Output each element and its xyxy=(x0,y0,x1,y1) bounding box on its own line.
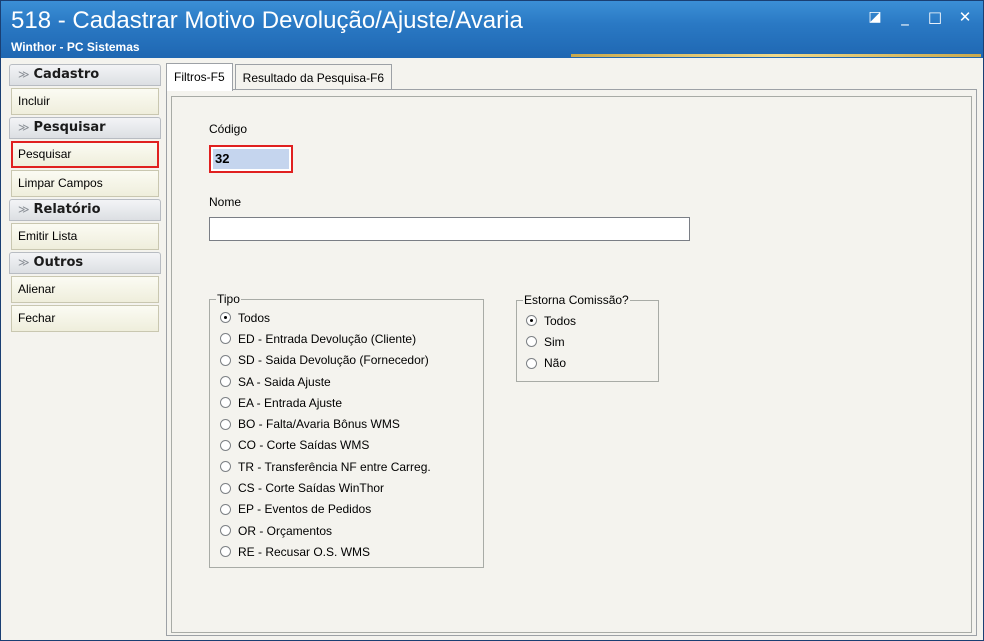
radio-label: EA - Entrada Ajuste xyxy=(238,395,343,410)
radio-option-tipo-or[interactable]: OR - Orçamentos xyxy=(210,520,483,541)
sidebar-group-relatorio[interactable]: ≫ Relatório xyxy=(9,199,161,221)
radio-label: SD - Saida Devolução (Fornecedor) xyxy=(238,353,429,368)
close-icon[interactable]: ✕ xyxy=(955,7,975,27)
radio-label: EP - Eventos de Pedidos xyxy=(238,502,372,517)
radio-label: RE - Recusar O.S. WMS xyxy=(238,544,371,559)
radio-unchecked-icon xyxy=(220,418,231,430)
tipo-group: Tipo Todos ED - Entrada Devolução (Clien… xyxy=(209,292,484,568)
radio-option-tipo-sd[interactable]: SD - Saida Devolução (Fornecedor) xyxy=(210,350,483,371)
radio-unchecked-icon xyxy=(220,333,231,345)
radio-unchecked-icon xyxy=(220,376,231,388)
limpar-campos-button[interactable]: Limpar Campos xyxy=(11,170,159,197)
radio-label: Sim xyxy=(544,334,565,349)
radio-unchecked-icon xyxy=(220,461,231,473)
radio-option-estorna-todos[interactable]: Todos xyxy=(517,310,658,331)
radio-option-tipo-ep[interactable]: EP - Eventos de Pedidos xyxy=(210,499,483,520)
radio-unchecked-icon xyxy=(220,546,231,558)
tipo-group-legend: Tipo xyxy=(217,292,240,306)
radio-option-estorna-sim[interactable]: Sim xyxy=(517,331,658,352)
pesquisar-button[interactable]: Pesquisar xyxy=(11,141,159,168)
tab-resultado-pesquisa[interactable]: Resultado da Pesquisa-F6 xyxy=(234,64,393,90)
radio-unchecked-icon xyxy=(220,525,231,537)
application-window: 518 - Cadastrar Motivo Devolução/Ajuste/… xyxy=(0,0,984,641)
radio-checked-icon xyxy=(526,315,537,327)
radio-unchecked-icon xyxy=(526,357,537,369)
radio-label: Todos xyxy=(238,310,271,325)
sidebar-group-outros[interactable]: ≫ Outros xyxy=(9,252,161,274)
radio-label: Todos xyxy=(544,313,577,328)
tab-filtros[interactable]: Filtros-F5 xyxy=(166,63,233,91)
chevron-down-icon: ≫ xyxy=(18,203,30,216)
incluir-button[interactable]: Incluir xyxy=(11,88,159,115)
radio-label: Não xyxy=(544,356,567,371)
radio-label: BO - Falta/Avaria Bônus WMS xyxy=(238,417,400,432)
sidebar-group-label: Outros xyxy=(33,255,84,270)
chevron-down-icon: ≫ xyxy=(18,121,30,134)
maximize-icon[interactable]: □ xyxy=(925,7,945,27)
title-bar[interactable]: 518 - Cadastrar Motivo Devolução/Ajuste/… xyxy=(1,1,983,58)
radio-option-estorna-nao[interactable]: Não xyxy=(517,353,658,374)
restore-icon[interactable]: ◪ xyxy=(865,7,885,27)
radio-option-tipo-re[interactable]: RE - Recusar O.S. WMS xyxy=(210,541,483,562)
radio-unchecked-icon xyxy=(220,354,231,366)
window-subtitle: Winthor - PC Sistemas xyxy=(11,40,140,54)
fechar-button[interactable]: Fechar xyxy=(11,305,159,332)
codigo-input-value: 32 xyxy=(213,149,289,169)
action-sidebar: ≫ Cadastro Incluir ≫ Pesquisar Pesquisar… xyxy=(9,63,161,334)
radio-option-tipo-ed[interactable]: ED - Entrada Devolução (Cliente) xyxy=(210,328,483,349)
sidebar-group-label: Relatório xyxy=(33,202,101,217)
window-title: 518 - Cadastrar Motivo Devolução/Ajuste/… xyxy=(11,7,523,34)
chevron-down-icon: ≫ xyxy=(18,256,30,269)
radio-label: ED - Entrada Devolução (Cliente) xyxy=(238,331,417,346)
radio-option-tipo-co[interactable]: CO - Corte Saídas WMS xyxy=(210,435,483,456)
estorna-group-legend: Estorna Comissão? xyxy=(524,293,629,307)
radio-unchecked-icon xyxy=(220,397,231,409)
radio-unchecked-icon xyxy=(526,336,537,348)
radio-unchecked-icon xyxy=(220,503,231,515)
radio-option-tipo-tr[interactable]: TR - Transferência NF entre Carreg. xyxy=(210,456,483,477)
radio-checked-icon xyxy=(220,312,231,324)
alienar-button[interactable]: Alienar xyxy=(11,276,159,303)
emitir-lista-button[interactable]: Emitir Lista xyxy=(11,223,159,250)
radio-unchecked-icon xyxy=(220,482,231,494)
tab-strip: Filtros-F5 Resultado da Pesquisa-F6 xyxy=(166,63,394,91)
window-controls: ◪ _ □ ✕ xyxy=(865,7,975,27)
radio-option-tipo-bo[interactable]: BO - Falta/Avaria Bônus WMS xyxy=(210,413,483,434)
nome-label: Nome xyxy=(209,195,242,209)
radio-unchecked-icon xyxy=(220,439,231,451)
filtros-tab-panel: Código 32 Nome Tipo Todos ED - Entrada D… xyxy=(166,89,977,636)
radio-option-tipo-sa[interactable]: SA - Saida Ajuste xyxy=(210,371,483,392)
sidebar-group-label: Cadastro xyxy=(33,67,100,82)
sidebar-group-cadastro[interactable]: ≫ Cadastro xyxy=(9,64,161,86)
minimize-icon[interactable]: _ xyxy=(895,7,915,27)
sidebar-group-pesquisar[interactable]: ≫ Pesquisar xyxy=(9,117,161,139)
codigo-label: Código xyxy=(209,122,248,136)
estorna-comissao-group: Estorna Comissão? Todos Sim Não xyxy=(516,293,659,382)
nome-input[interactable] xyxy=(209,217,690,241)
chevron-down-icon: ≫ xyxy=(18,68,30,81)
filter-form-panel: Código 32 Nome Tipo Todos ED - Entrada D… xyxy=(171,96,972,633)
radio-option-tipo-cs[interactable]: CS - Corte Saídas WinThor xyxy=(210,477,483,498)
radio-label: CS - Corte Saídas WinThor xyxy=(238,481,385,496)
radio-label: CO - Corte Saídas WMS xyxy=(238,438,370,453)
radio-label: SA - Saida Ajuste xyxy=(238,374,331,389)
radio-label: TR - Transferência NF entre Carreg. xyxy=(238,459,431,474)
radio-option-tipo-todos[interactable]: Todos xyxy=(210,307,483,328)
radio-label: OR - Orçamentos xyxy=(238,523,333,538)
sidebar-group-label: Pesquisar xyxy=(33,120,106,135)
codigo-input[interactable]: 32 xyxy=(209,145,293,173)
radio-option-tipo-ea[interactable]: EA - Entrada Ajuste xyxy=(210,392,483,413)
title-accent-line xyxy=(571,54,981,57)
